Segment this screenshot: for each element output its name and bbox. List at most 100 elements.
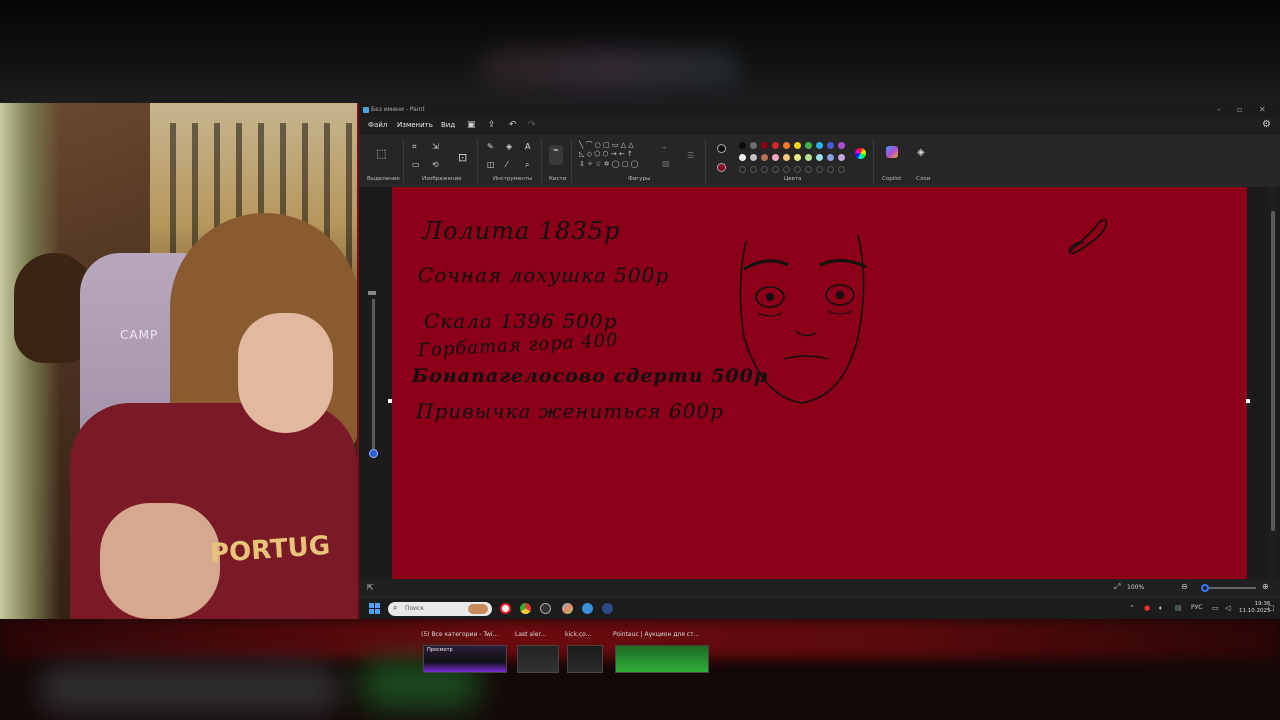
palette-color-swatch[interactable] [838, 142, 845, 149]
palette-color-swatch[interactable] [827, 142, 834, 149]
custom-color-slot[interactable] [805, 166, 812, 173]
palette-color-swatch[interactable] [750, 154, 757, 161]
copilot-icon[interactable] [886, 146, 898, 158]
crop-icon[interactable]: ⌗ [412, 142, 417, 152]
preview-label: (5) Все категории - Twi... [421, 631, 499, 638]
zoom-out-icon[interactable]: ⊖ [1181, 582, 1188, 591]
canvas-resize-handle-right[interactable] [1246, 399, 1250, 403]
palette-color-swatch[interactable] [783, 154, 790, 161]
rotate-icon[interactable]: ⟲ [432, 160, 439, 169]
language-indicator[interactable]: РУС [1191, 604, 1202, 611]
layers-icon[interactable]: ◈ [917, 147, 925, 158]
palette-color-swatch[interactable] [816, 142, 823, 149]
preview-last-alert[interactable]: Last aler... [513, 631, 561, 673]
magnifier-icon[interactable]: ⌕ [525, 160, 529, 170]
share-icon[interactable]: ⇪ [488, 120, 496, 130]
start-button[interactable] [369, 603, 380, 614]
obs-icon[interactable] [540, 603, 551, 614]
palette-color-swatch[interactable] [750, 142, 757, 149]
custom-color-slot[interactable] [827, 166, 834, 173]
pencil-icon[interactable]: ✎ [487, 142, 494, 151]
vertical-scrollbar[interactable] [1269, 187, 1277, 579]
system-clock[interactable]: 19:36 11.10.2025 [1239, 601, 1271, 615]
undo-icon[interactable]: ↶ [509, 120, 517, 130]
custom-color-slot[interactable] [838, 166, 845, 173]
settings-gear-icon[interactable]: ⚙ [1262, 119, 1271, 130]
preview-kick[interactable]: kick.co... [563, 631, 607, 673]
custom-color-slot[interactable] [761, 166, 768, 173]
redo-icon[interactable]: ↷ [528, 120, 536, 130]
palette-color-swatch[interactable] [761, 142, 768, 149]
palette-color-swatch[interactable] [794, 142, 801, 149]
preview-pointauc[interactable]: Pointauc | Аукцион для ст... [611, 631, 711, 673]
fill-bucket-icon[interactable]: ◈ [506, 142, 512, 151]
brush-size-knob[interactable] [369, 449, 378, 458]
palette-color-swatch[interactable] [761, 154, 768, 161]
palette-color-swatch[interactable] [838, 154, 845, 161]
taskbar-search[interactable]: ⌕ Поиск [388, 602, 492, 616]
custom-color-slot[interactable] [783, 166, 790, 173]
menu-view[interactable]: Вид [441, 121, 455, 129]
palette-color-swatch[interactable] [783, 142, 790, 149]
shapes-gallery-icon[interactable]: ╲ ⌒ ○ ▢ ▭ △ △ [579, 140, 634, 150]
preview-thumbnail [567, 645, 603, 673]
palette-color-swatch[interactable] [772, 154, 779, 161]
text-tool-icon[interactable]: A [525, 142, 530, 151]
edit-colors-icon[interactable] [855, 148, 866, 159]
app-taskbar-icon[interactable] [602, 603, 613, 614]
yandex-browser-icon[interactable] [500, 603, 511, 614]
telegram-icon[interactable] [582, 603, 593, 614]
speaker-icon[interactable]: ◁ [1225, 604, 1230, 612]
shape-size-icon[interactable]: ☰ [687, 151, 694, 160]
search-highlight-banner [468, 604, 488, 614]
fit-to-window-icon[interactable]: ⤢ [1114, 582, 1120, 592]
shapes-gallery-row-2[interactable]: ◺ ◇ ⬠ ⬡ → ← ↑ [579, 150, 633, 158]
resize-icon[interactable]: ⇲ [432, 142, 439, 151]
tray-app-icon[interactable]: ● [1144, 604, 1150, 612]
menu-file[interactable]: Файл [368, 121, 387, 129]
zoom-level[interactable]: 100% [1127, 584, 1144, 591]
brush-size-slider[interactable] [368, 291, 378, 458]
chrome-icon[interactable] [520, 603, 531, 614]
palette-color-swatch[interactable] [827, 154, 834, 161]
shape-fill-icon[interactable]: ▨ [662, 159, 670, 168]
palette-color-swatch[interactable] [805, 154, 812, 161]
network-icon[interactable]: ▤ [1175, 604, 1182, 612]
paint-taskbar-icon[interactable] [562, 603, 573, 614]
zoom-slider-track[interactable] [1202, 587, 1256, 589]
drawing-canvas[interactable]: Лолита 1835р Сочная лохушка 500р Скала 1… [392, 187, 1247, 579]
close-icon[interactable]: ✕ [1259, 105, 1266, 114]
save-icon[interactable]: ▣ [467, 120, 476, 130]
custom-color-slot[interactable] [794, 166, 801, 173]
monitor-icon[interactable]: ▭ [1212, 604, 1219, 612]
image-background-icon[interactable]: ⊡ [458, 151, 467, 164]
preview-twitch[interactable]: (5) Все категории - Twi... Просмотр [419, 631, 509, 673]
custom-color-slot[interactable] [772, 166, 779, 173]
zoom-slider-knob[interactable] [1201, 584, 1209, 592]
custom-color-slot[interactable] [816, 166, 823, 173]
show-hidden-icons-icon[interactable]: ⌃ [1129, 604, 1135, 612]
rectangle-select-icon[interactable]: ⬚ [376, 147, 386, 160]
shape-outline-icon[interactable]: ⌁ [662, 143, 667, 152]
primary-color-swatch[interactable] [717, 144, 726, 153]
palette-color-swatch[interactable] [772, 142, 779, 149]
palette-color-swatch[interactable] [739, 154, 746, 161]
brush-icon[interactable]: ⌁ [549, 145, 563, 165]
color-picker-icon[interactable]: ⁄ [506, 160, 507, 169]
palette-color-swatch[interactable] [794, 154, 801, 161]
palette-color-swatch[interactable] [816, 154, 823, 161]
custom-color-slot[interactable] [739, 166, 746, 173]
image-select-icon[interactable]: ▭ [412, 160, 420, 169]
zoom-in-icon[interactable]: ⊕ [1262, 582, 1269, 591]
palette-color-swatch[interactable] [805, 142, 812, 149]
volume-icon[interactable]: 🔈︎ [1159, 604, 1163, 613]
shapes-gallery-row-3[interactable]: ⇩ ✧ ☆ ✡ ◯ ▢ ◯ [579, 160, 639, 168]
minimize-icon[interactable]: – [1217, 105, 1221, 114]
menu-edit[interactable]: Изменить [397, 121, 433, 129]
notification-icon[interactable]: ▢ [1268, 604, 1275, 612]
eraser-icon[interactable]: ◫ [487, 160, 495, 169]
palette-color-swatch[interactable] [739, 142, 746, 149]
maximize-icon[interactable]: ▫ [1237, 105, 1242, 114]
secondary-color-swatch[interactable] [717, 163, 726, 172]
custom-color-slot[interactable] [750, 166, 757, 173]
